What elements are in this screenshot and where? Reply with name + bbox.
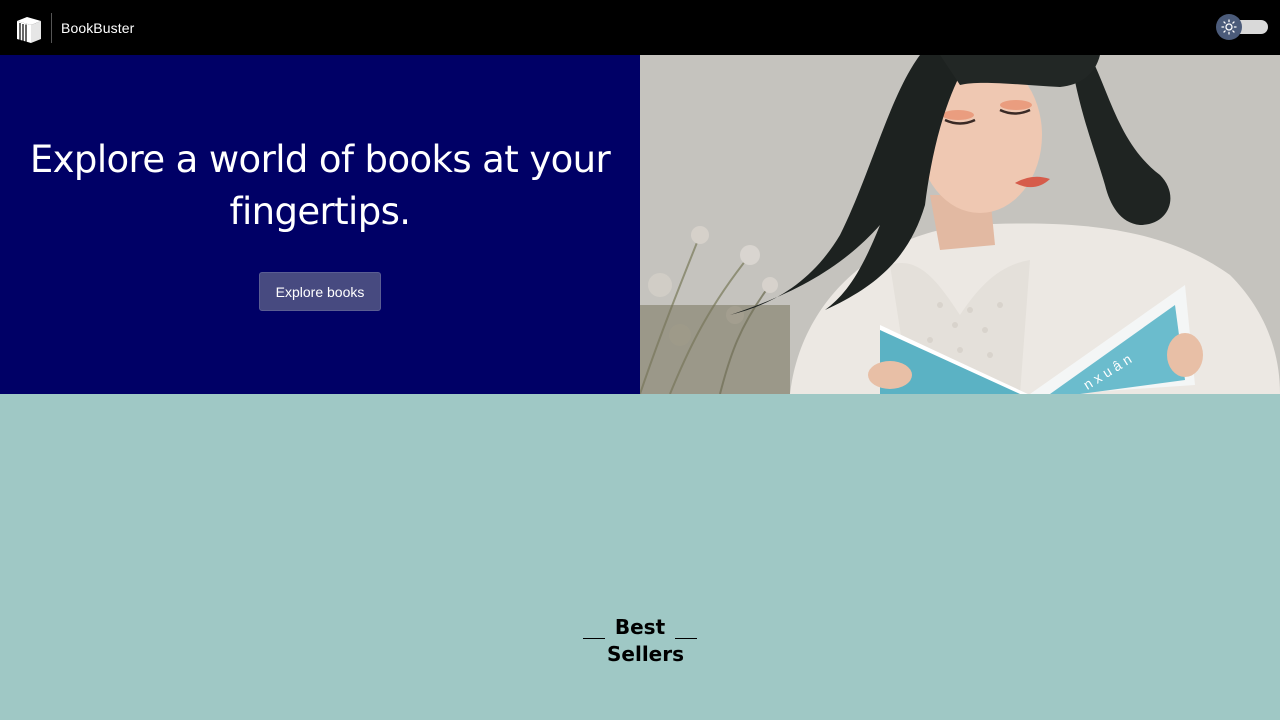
top-navbar: BookBuster <box>0 0 1280 55</box>
sun-icon <box>1216 14 1242 40</box>
books-logo-icon[interactable] <box>14 11 44 45</box>
bestsellers-heading: Best Sellers <box>583 614 697 668</box>
hero-photo: n x u â n <box>640 55 1280 394</box>
brand-name[interactable]: BookBuster <box>61 20 134 36</box>
hero-headline: Explore a world of books at your fingert… <box>29 138 611 233</box>
brand-divider <box>51 12 52 43</box>
bestsellers-section: Best Sellers <box>0 394 1280 720</box>
explore-books-button[interactable]: Explore books <box>258 272 382 311</box>
heading-left-rule <box>583 638 605 639</box>
heading-right-rule <box>675 638 697 639</box>
hero-section: Explore a world of books at your fingert… <box>0 55 1280 394</box>
theme-toggle[interactable] <box>1216 14 1268 40</box>
section-title: Best Sellers <box>607 615 685 666</box>
hero-text-panel: Explore a world of books at your fingert… <box>0 55 640 394</box>
